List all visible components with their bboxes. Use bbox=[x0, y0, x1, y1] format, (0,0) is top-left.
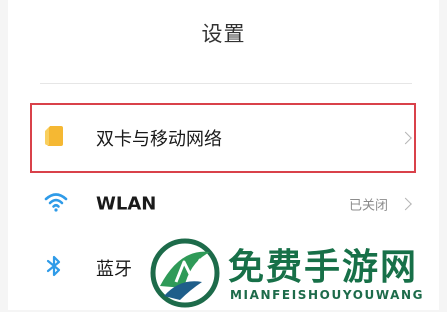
divider bbox=[40, 83, 412, 84]
wlan-status: 已关闭 bbox=[348, 198, 388, 214]
settings-item-label: WLAN bbox=[96, 193, 157, 215]
wifi-icon bbox=[44, 192, 68, 216]
settings-item-wlan[interactable]: WLAN 已关闭 bbox=[40, 176, 418, 232]
page-title: 设置 bbox=[201, 22, 246, 46]
watermark-subtitle: MIANFEISHOUYOUWANG bbox=[230, 288, 425, 302]
chevron-right-icon bbox=[399, 197, 412, 211]
bluetooth-icon bbox=[44, 254, 64, 282]
watermark-title: 免费手游网 bbox=[228, 246, 419, 288]
watermark: 免费手游网 MIANFEISHOUYOUWANG bbox=[150, 236, 447, 310]
watermark-logo-icon bbox=[150, 238, 220, 312]
highlight-box bbox=[30, 103, 416, 173]
settings-item-label: 蓝牙 bbox=[96, 259, 132, 280]
